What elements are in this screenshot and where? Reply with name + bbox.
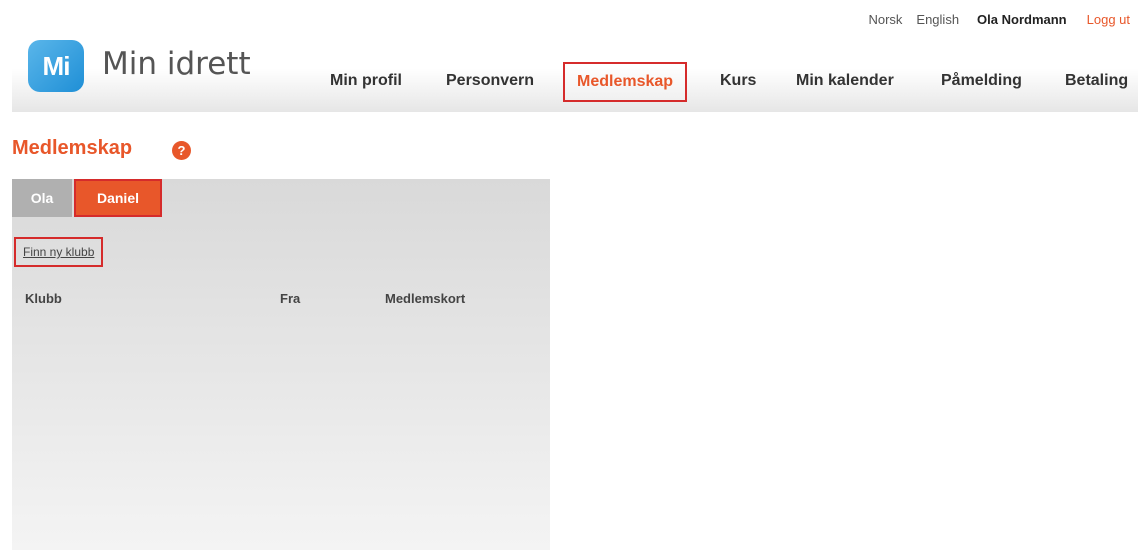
nav-item-betaling[interactable]: Betaling bbox=[1065, 72, 1128, 90]
column-header-medlemskort: Medlemskort bbox=[385, 291, 466, 306]
page-title: Medlemskap bbox=[12, 137, 133, 159]
tab-ola[interactable]: Ola bbox=[12, 179, 72, 217]
user-bar: Norsk English Ola Nordmann Logg ut bbox=[854, 9, 1130, 29]
nav-item-personvern[interactable]: Personvern bbox=[446, 72, 534, 90]
nav-item-pamelding[interactable]: Påmelding bbox=[941, 72, 1022, 90]
tab-daniel[interactable]: Daniel bbox=[74, 179, 162, 217]
nav-item-min-profil[interactable]: Min profil bbox=[330, 72, 402, 90]
find-new-club-link[interactable]: Finn ny klubb bbox=[14, 237, 104, 267]
nav-item-kurs[interactable]: Kurs bbox=[720, 72, 756, 90]
nav-item-min-kalender[interactable]: Min kalender bbox=[796, 72, 894, 90]
user-name: Ola Nordmann bbox=[977, 11, 1067, 27]
language-english-link[interactable]: English bbox=[916, 12, 959, 27]
column-header-klubb: Klubb bbox=[25, 291, 62, 306]
help-icon[interactable]: ? bbox=[172, 141, 191, 160]
header: Mi Min idrett Min profil Personvern Medl… bbox=[12, 40, 1138, 112]
logout-link[interactable]: Logg ut bbox=[1087, 12, 1130, 27]
nav-item-medlemskap[interactable]: Medlemskap bbox=[563, 62, 688, 102]
column-header-fra: Fra bbox=[280, 291, 301, 306]
language-norsk-link[interactable]: Norsk bbox=[868, 12, 902, 27]
person-tabs: Ola Daniel bbox=[12, 179, 162, 217]
membership-panel: Ola Daniel Finn ny klubb Klubb Fra Medle… bbox=[12, 179, 550, 550]
main-nav: Min profil Personvern Medlemskap Kurs Mi… bbox=[12, 62, 1138, 102]
